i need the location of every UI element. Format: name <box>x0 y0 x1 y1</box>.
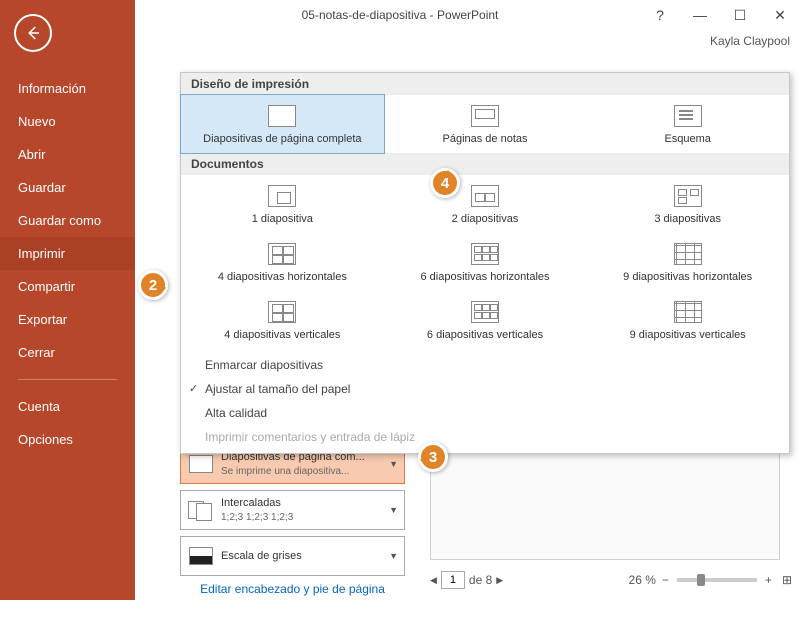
chevron-down-icon: ▼ <box>389 551 398 561</box>
handout-6h[interactable]: 6 diapositivas horizontales <box>384 233 587 291</box>
chevron-down-icon: ▼ <box>389 459 398 469</box>
menu-abrir[interactable]: Abrir <box>0 138 135 171</box>
outline-icon <box>674 105 702 127</box>
handout-1-icon <box>268 185 296 207</box>
fit-to-window-button[interactable]: ⊞ <box>782 573 792 587</box>
menu-opciones[interactable]: Opciones <box>0 423 135 456</box>
print-settings-column: Diapositivas de página com...Se imprime … <box>180 444 405 596</box>
menu-imprimir[interactable]: Imprimir <box>0 237 135 270</box>
handout-6v[interactable]: 6 diapositivas verticales <box>384 291 587 349</box>
menu-exportar[interactable]: Exportar <box>0 303 135 336</box>
page-count: de 8 <box>469 573 492 587</box>
arrow-left-icon <box>24 24 42 42</box>
handout-9h-icon <box>674 243 702 265</box>
slide-icon <box>189 455 213 473</box>
minimize-button[interactable]: ― <box>680 0 720 30</box>
handout-2[interactable]: 2 diapositivas <box>384 175 587 233</box>
color-selector[interactable]: Escala de grises ▼ <box>180 536 405 576</box>
handout-4h-icon <box>268 243 296 265</box>
layout-options-list: Enmarcar diapositivas Ajustar al tamaño … <box>181 349 789 453</box>
handout-6h-icon <box>471 243 499 265</box>
layout-full-page[interactable]: Diapositivas de página completa <box>180 94 385 154</box>
handout-9v-icon <box>674 301 702 323</box>
collate-selector[interactable]: Intercaladas1;2;3 1;2;3 1;2;3 ▼ <box>180 490 405 530</box>
print-content: Diseño de impresión Diapositivas de pági… <box>135 54 800 600</box>
collate-icon <box>188 501 214 519</box>
layout-dropdown-panel: Diseño de impresión Diapositivas de pági… <box>180 72 790 454</box>
section-handouts: Documentos <box>181 153 789 175</box>
preview-status-bar: ◀ de 8 ▶ 26 % − + ⊞ <box>430 568 792 592</box>
menu-compartir[interactable]: Compartir <box>0 270 135 303</box>
close-button[interactable]: ✕ <box>760 0 800 30</box>
layout-notes-pages[interactable]: Páginas de notas <box>384 95 587 153</box>
backstage-sidebar: Información Nuevo Abrir Guardar Guardar … <box>0 0 135 600</box>
handout-4v[interactable]: 4 diapositivas verticales <box>181 291 384 349</box>
opt-scale-to-fit[interactable]: Ajustar al tamaño del papel <box>181 377 789 401</box>
handout-9v[interactable]: 9 diapositivas verticales <box>586 291 789 349</box>
handout-6v-icon <box>471 301 499 323</box>
maximize-button[interactable]: ☐ <box>720 0 760 30</box>
callout-2: 2 <box>138 270 168 300</box>
backstage-menu: Información Nuevo Abrir Guardar Guardar … <box>0 72 135 456</box>
handout-4h[interactable]: 4 diapositivas horizontales <box>181 233 384 291</box>
chevron-down-icon: ▼ <box>389 505 398 515</box>
help-button[interactable]: ? <box>640 0 680 30</box>
layout-outline[interactable]: Esquema <box>586 95 789 153</box>
menu-cuenta[interactable]: Cuenta <box>0 390 135 423</box>
handout-2-icon <box>471 185 499 207</box>
window-title: 05-notas-de-diapositiva - PowerPoint <box>302 8 499 22</box>
menu-separator <box>18 379 117 380</box>
callout-4: 4 <box>430 168 460 198</box>
edit-header-footer-link[interactable]: Editar encabezado y pie de página <box>180 582 405 596</box>
opt-high-quality[interactable]: Alta calidad <box>181 401 789 425</box>
zoom-in-button[interactable]: + <box>765 573 772 587</box>
zoom-slider[interactable] <box>677 578 757 582</box>
menu-informacion[interactable]: Información <box>0 72 135 105</box>
menu-guardar[interactable]: Guardar <box>0 171 135 204</box>
back-button[interactable] <box>14 14 52 52</box>
page-number-input[interactable] <box>441 571 465 589</box>
zoom-out-button[interactable]: − <box>662 573 669 587</box>
full-page-icon <box>268 105 296 127</box>
opt-frame-slides[interactable]: Enmarcar diapositivas <box>181 353 789 377</box>
handout-3[interactable]: 3 diapositivas <box>586 175 789 233</box>
section-print-layout: Diseño de impresión <box>181 73 789 95</box>
handout-1[interactable]: 1 diapositiva <box>181 175 384 233</box>
grayscale-icon <box>189 547 213 565</box>
menu-nuevo[interactable]: Nuevo <box>0 105 135 138</box>
notes-icon <box>471 105 499 127</box>
opt-print-comments: Imprimir comentarios y entrada de lápiz <box>181 425 789 449</box>
handout-9h[interactable]: 9 diapositivas horizontales <box>586 233 789 291</box>
prev-page-button[interactable]: ◀ <box>430 575 437 586</box>
zoom-percent: 26 % <box>629 573 656 587</box>
handout-4v-icon <box>268 301 296 323</box>
callout-3: 3 <box>418 442 448 472</box>
next-page-button[interactable]: ▶ <box>496 575 503 586</box>
menu-cerrar[interactable]: Cerrar <box>0 336 135 369</box>
menu-guardar-como[interactable]: Guardar como <box>0 204 135 237</box>
handout-3-icon <box>674 185 702 207</box>
user-name: Kayla Claypool <box>710 34 790 48</box>
